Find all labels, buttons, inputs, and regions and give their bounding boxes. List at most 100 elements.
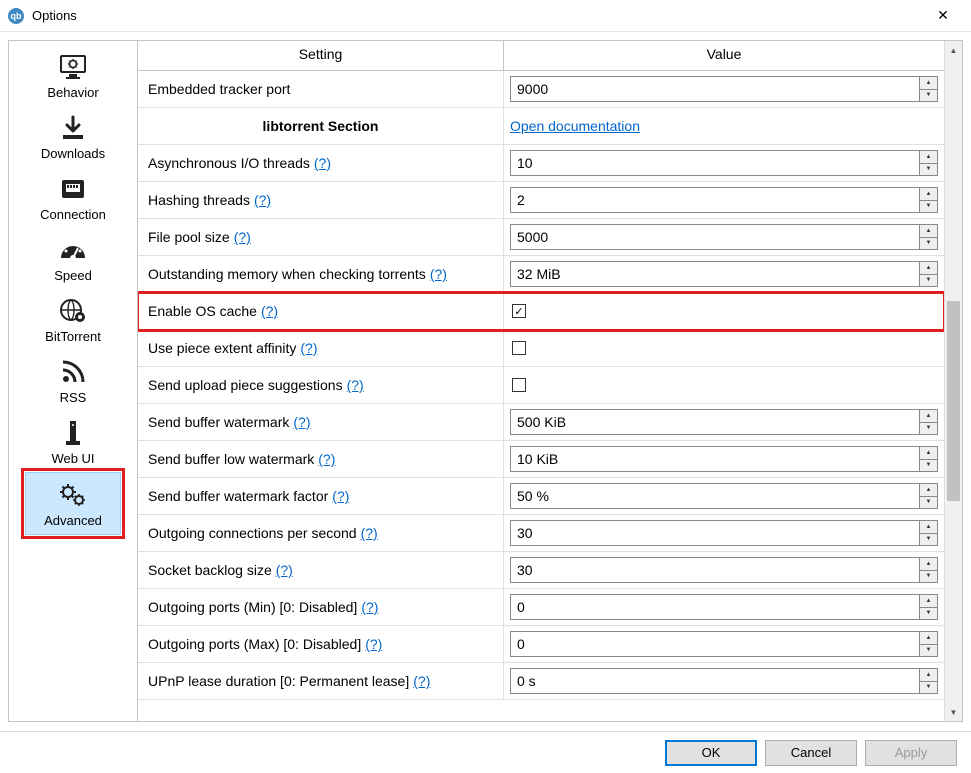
spin-up-icon[interactable]: ▲ xyxy=(920,447,937,460)
spin-down-icon[interactable]: ▼ xyxy=(920,645,937,657)
monitor-gear-icon xyxy=(56,53,90,81)
spin-up-icon[interactable]: ▲ xyxy=(920,595,937,608)
help-link[interactable]: (?) xyxy=(430,266,447,282)
tracker-port-input[interactable]: 9000 ▲▼ xyxy=(510,76,938,102)
help-link[interactable]: (?) xyxy=(276,562,293,578)
spin-down-icon[interactable]: ▼ xyxy=(920,682,937,694)
row-enable-os-cache: Enable OS cache(?) ✓ xyxy=(138,293,944,330)
row-upnp-lease: UPnP lease duration [0: Permanent lease]… xyxy=(138,663,944,700)
outstanding-memory-input[interactable]: 32 MiB▲▼ xyxy=(510,261,938,287)
sidebar-item-speed[interactable]: Speed xyxy=(25,228,121,289)
upload-suggestions-checkbox[interactable] xyxy=(512,378,526,392)
help-link[interactable]: (?) xyxy=(293,414,310,430)
spin-down-icon[interactable]: ▼ xyxy=(920,201,937,213)
spin-up-icon[interactable]: ▲ xyxy=(920,521,937,534)
gears-icon xyxy=(56,481,90,509)
row-tracker-port: Embedded tracker port 9000 ▲▼ xyxy=(138,71,944,108)
ethernet-icon xyxy=(56,175,90,203)
settings-table: Setting Value Embedded tracker port 9000… xyxy=(138,41,944,721)
help-link[interactable]: (?) xyxy=(365,636,382,652)
upnp-lease-input[interactable]: 0 s▲▼ xyxy=(510,668,938,694)
app-icon: qb xyxy=(8,8,24,24)
row-socket-backlog: Socket backlog size(?) 30▲▼ xyxy=(138,552,944,589)
help-link[interactable]: (?) xyxy=(314,155,331,171)
spin-down-icon[interactable]: ▼ xyxy=(920,571,937,583)
sbw-factor-input[interactable]: 50 %▲▼ xyxy=(510,483,938,509)
spin-up-icon[interactable]: ▲ xyxy=(920,77,937,90)
row-outgoing-ports-max: Outgoing ports (Max) [0: Disabled](?) 0▲… xyxy=(138,626,944,663)
scroll-up-icon[interactable]: ▲ xyxy=(945,41,962,59)
row-section-header: libtorrent Section Open documentation xyxy=(138,108,944,145)
spin-down-icon[interactable]: ▼ xyxy=(920,460,937,472)
help-link[interactable]: (?) xyxy=(332,488,349,504)
help-link[interactable]: (?) xyxy=(361,525,378,541)
sbw-input[interactable]: 500 KiB▲▼ xyxy=(510,409,938,435)
async-io-input[interactable]: 10▲▼ xyxy=(510,150,938,176)
gauge-icon xyxy=(56,236,90,264)
spin-down-icon[interactable]: ▼ xyxy=(920,608,937,620)
sbw-low-input[interactable]: 10 KiB▲▼ xyxy=(510,446,938,472)
scrollbar[interactable]: ▲ ▼ xyxy=(944,41,962,721)
spin-up-icon[interactable]: ▲ xyxy=(920,262,937,275)
outgoing-ports-max-input[interactable]: 0▲▼ xyxy=(510,631,938,657)
spin-up-icon[interactable]: ▲ xyxy=(920,669,937,682)
sidebar-item-downloads[interactable]: Downloads xyxy=(25,106,121,167)
help-link[interactable]: (?) xyxy=(347,377,364,393)
spin-up-icon[interactable]: ▲ xyxy=(920,484,937,497)
setting-label: Hashing threads(?) xyxy=(138,182,504,218)
help-link[interactable]: (?) xyxy=(318,451,335,467)
scroll-down-icon[interactable]: ▼ xyxy=(945,703,962,721)
setting-label: Send buffer watermark factor(?) xyxy=(138,478,504,514)
sidebar-item-label: Connection xyxy=(40,207,106,222)
help-link[interactable]: (?) xyxy=(254,192,271,208)
scroll-thumb[interactable] xyxy=(947,301,960,501)
row-upload-suggestions: Send upload piece suggestions(?) xyxy=(138,367,944,404)
outgoing-ports-min-input[interactable]: 0▲▼ xyxy=(510,594,938,620)
setting-label: Outgoing connections per second(?) xyxy=(138,515,504,551)
socket-backlog-input[interactable]: 30▲▼ xyxy=(510,557,938,583)
help-link[interactable]: (?) xyxy=(261,303,278,319)
help-link[interactable]: (?) xyxy=(300,340,317,356)
apply-button[interactable]: Apply xyxy=(865,740,957,766)
spin-up-icon[interactable]: ▲ xyxy=(920,151,937,164)
hashing-threads-input[interactable]: 2▲▼ xyxy=(510,187,938,213)
sidebar-item-behavior[interactable]: Behavior xyxy=(25,45,121,106)
outgoing-connections-input[interactable]: 30▲▼ xyxy=(510,520,938,546)
spin-down-icon[interactable]: ▼ xyxy=(920,90,937,102)
setting-label: Outgoing ports (Max) [0: Disabled](?) xyxy=(138,626,504,662)
setting-label: Socket backlog size(?) xyxy=(138,552,504,588)
cancel-button[interactable]: Cancel xyxy=(765,740,857,766)
spin-down-icon[interactable]: ▼ xyxy=(920,238,937,250)
spin-up-icon[interactable]: ▲ xyxy=(920,188,937,201)
spin-up-icon[interactable]: ▲ xyxy=(920,632,937,645)
sidebar-item-advanced[interactable]: Advanced xyxy=(25,472,121,535)
help-link[interactable]: (?) xyxy=(361,599,378,615)
spin-up-icon[interactable]: ▲ xyxy=(920,225,937,238)
spin-up-icon[interactable]: ▲ xyxy=(920,558,937,571)
os-cache-checkbox[interactable]: ✓ xyxy=(512,304,526,318)
sidebar: Behavior Downloads Connection Speed BitT xyxy=(8,40,138,722)
download-icon xyxy=(56,114,90,142)
row-send-buffer-watermark-factor: Send buffer watermark factor(?) 50 %▲▼ xyxy=(138,478,944,515)
help-link[interactable]: (?) xyxy=(234,229,251,245)
documentation-link[interactable]: Open documentation xyxy=(510,118,640,134)
sidebar-item-rss[interactable]: RSS xyxy=(25,350,121,411)
spin-down-icon[interactable]: ▼ xyxy=(920,534,937,546)
spin-down-icon[interactable]: ▼ xyxy=(920,164,937,176)
row-async-io: Asynchronous I/O threads(?) 10▲▼ xyxy=(138,145,944,182)
row-hashing-threads: Hashing threads(?) 2▲▼ xyxy=(138,182,944,219)
sidebar-item-bittorrent[interactable]: BitTorrent xyxy=(25,289,121,350)
sidebar-item-webui[interactable]: Web UI xyxy=(25,411,121,472)
piece-affinity-checkbox[interactable] xyxy=(512,341,526,355)
close-button[interactable]: ✕ xyxy=(923,7,963,24)
spin-up-icon[interactable]: ▲ xyxy=(920,410,937,423)
help-link[interactable]: (?) xyxy=(413,673,430,689)
sidebar-item-connection[interactable]: Connection xyxy=(25,167,121,228)
spin-down-icon[interactable]: ▼ xyxy=(920,497,937,509)
row-piece-affinity: Use piece extent affinity(?) xyxy=(138,330,944,367)
spin-down-icon[interactable]: ▼ xyxy=(920,275,937,287)
spin-down-icon[interactable]: ▼ xyxy=(920,423,937,435)
sidebar-item-label: BitTorrent xyxy=(45,329,101,344)
ok-button[interactable]: OK xyxy=(665,740,757,766)
file-pool-input[interactable]: 5000▲▼ xyxy=(510,224,938,250)
